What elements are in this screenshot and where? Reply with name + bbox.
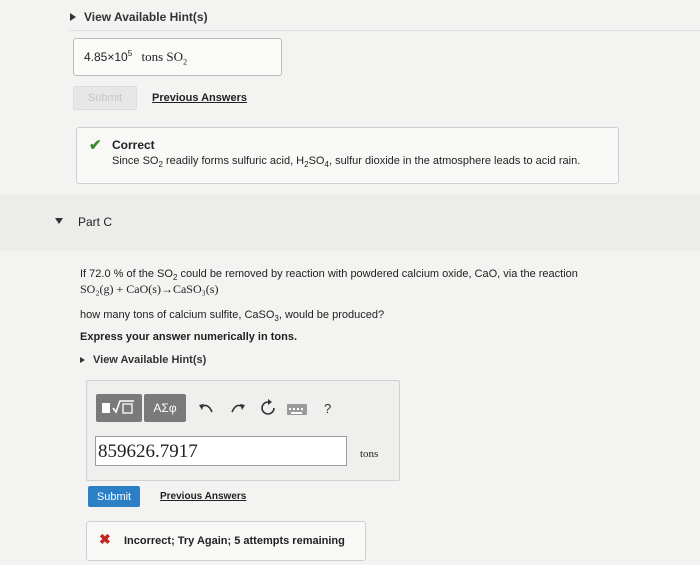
partB-answer-box: 4.85×105 tons SO2 [73, 38, 282, 76]
triangle-right-icon [80, 357, 85, 363]
partC-submit-button[interactable]: Submit [88, 486, 140, 507]
correct-title: Correct [112, 138, 155, 152]
view-hints-link-partC[interactable]: View Available Hint(s) [80, 354, 206, 366]
view-hints-link-partB[interactable]: View Available Hint(s) [70, 10, 208, 24]
partC-question-2: how many tons of calcium sulfite, CaSO3,… [80, 309, 385, 324]
redo-icon [231, 404, 245, 413]
partC-previous-answers-link[interactable]: Previous Answers [160, 491, 246, 502]
redo-button[interactable] [228, 398, 248, 423]
partC-answer-input[interactable]: 859626.7917 [95, 436, 347, 466]
chevron-down-icon [55, 218, 63, 224]
templates-icon [102, 400, 134, 414]
partC-incorrect-feedback: ✖ Incorrect; Try Again; 5 attempts remai… [86, 521, 366, 561]
x-mark-icon: ✖ [99, 531, 111, 547]
keyboard-icon [289, 408, 303, 414]
partC-instruction: Express your answer numerically in tons. [80, 331, 298, 343]
partB-answer: 4.85×105 tons SO2 [84, 49, 188, 67]
keyboard-button[interactable] [287, 404, 307, 415]
undo-icon [199, 404, 213, 413]
checkmark-icon: ✔ [89, 137, 102, 154]
partB-correct-feedback: ✔ Correct Since SO2 readily forms sulfur… [76, 127, 619, 184]
reset-icon [261, 399, 275, 415]
greek-symbols-button[interactable]: ΑΣφ [144, 394, 186, 422]
correct-explanation: Since SO2 readily forms sulfuric acid, H… [112, 155, 581, 170]
incorrect-text: Incorrect; Try Again; 5 attempts remaini… [124, 535, 345, 547]
reset-button[interactable] [258, 398, 278, 423]
triangle-right-icon [70, 13, 76, 21]
partC-header[interactable]: Part C [0, 195, 700, 251]
partC-question: If 72.0 % of the SO2 could be removed by… [80, 268, 578, 283]
partB-previous-answers-link[interactable]: Previous Answers [152, 92, 247, 104]
help-button[interactable]: ? [324, 401, 331, 416]
templates-button[interactable] [96, 394, 142, 422]
unit-label: tons [360, 448, 379, 460]
partB-submit-button[interactable]: Submit [73, 86, 137, 110]
partC-title: Part C [78, 215, 113, 229]
undo-button[interactable] [196, 398, 216, 423]
divider [70, 30, 700, 31]
partC-reaction: SO₂(g) + CaO(s)→CaSO₃(s) [80, 282, 219, 296]
